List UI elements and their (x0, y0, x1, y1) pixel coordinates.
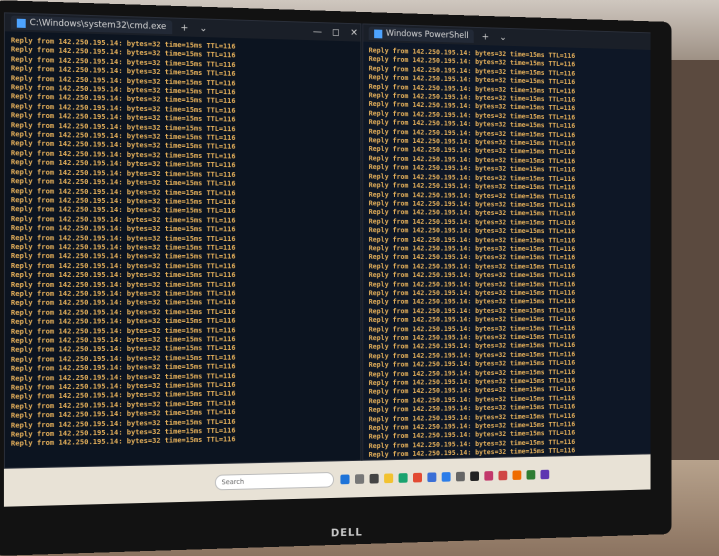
task-view-icon[interactable] (369, 473, 379, 484)
terminal-line: Reply from 142.250.195.14: bytes=32 time… (10, 251, 236, 261)
store-icon[interactable] (427, 472, 437, 483)
monitor: C:\Windows\system32\cmd.exe + ⌄ — ◻ ✕ Re… (0, 0, 672, 556)
app-icon[interactable] (526, 470, 536, 480)
new-tab-button[interactable]: + (479, 31, 491, 42)
powershell-icon (374, 29, 383, 38)
windows-start-icon[interactable] (340, 474, 350, 485)
mail-icon[interactable] (441, 472, 451, 482)
minimize-button[interactable]: — (311, 26, 324, 37)
search-icon[interactable] (355, 474, 365, 484)
file-explorer-icon[interactable] (384, 473, 394, 484)
terminal-line: Reply from 142.250.195.14: bytes=32 time… (368, 279, 576, 289)
titlebar-spacer (216, 29, 306, 32)
terminal-line: Reply from 142.250.195.14: bytes=32 time… (10, 270, 236, 280)
cmd-window[interactable]: C:\Windows\system32\cmd.exe + ⌄ — ◻ ✕ Re… (3, 12, 362, 469)
taskbar-search-placeholder: Search (221, 477, 245, 487)
cmd-icon (16, 18, 26, 28)
powershell-window[interactable]: Windows PowerShell + ⌄ Reply from 142.25… (362, 23, 651, 477)
maximize-button[interactable]: ◻ (329, 27, 342, 38)
terminal-line: Reply from 142.250.195.14: bytes=32 time… (368, 261, 576, 271)
powershell-terminal-output[interactable]: Reply from 142.250.195.14: bytes=32 time… (363, 42, 650, 482)
new-tab-button[interactable]: + (178, 22, 191, 33)
tab-dropdown-button[interactable]: ⌄ (497, 32, 509, 43)
taskbar-icons (340, 469, 550, 485)
terminal-icon[interactable] (470, 471, 480, 482)
taskbar-search-box[interactable]: Search (214, 471, 334, 491)
settings-icon[interactable] (455, 471, 465, 482)
terminal-line: Reply from 142.250.195.14: bytes=32 time… (368, 270, 576, 280)
terminal-line: Reply from 142.250.195.14: bytes=32 time… (10, 279, 236, 289)
close-button[interactable]: ✕ (348, 27, 361, 38)
tab-dropdown-button[interactable]: ⌄ (197, 23, 210, 34)
photos-icon[interactable] (484, 471, 494, 481)
app-icon[interactable] (540, 469, 550, 480)
powershell-tab[interactable]: Windows PowerShell (368, 26, 474, 43)
terminal-line: Reply from 142.250.195.14: bytes=32 time… (368, 252, 576, 262)
powershell-tab-title: Windows PowerShell (385, 28, 469, 41)
app-icon[interactable] (512, 470, 522, 480)
edge-icon[interactable] (398, 473, 408, 483)
terminal-line: Reply from 142.250.195.14: bytes=32 time… (10, 260, 236, 270)
media-icon[interactable] (498, 470, 508, 481)
screen: C:\Windows\system32\cmd.exe + ⌄ — ◻ ✕ Re… (3, 12, 651, 507)
cmd-terminal-output[interactable]: Reply from 142.250.195.14: bytes=32 time… (5, 31, 361, 452)
cmd-tab-title: C:\Windows\system32\cmd.exe (29, 18, 167, 33)
monitor-brand-logo: DELL (330, 525, 363, 540)
chrome-icon[interactable] (413, 472, 423, 483)
